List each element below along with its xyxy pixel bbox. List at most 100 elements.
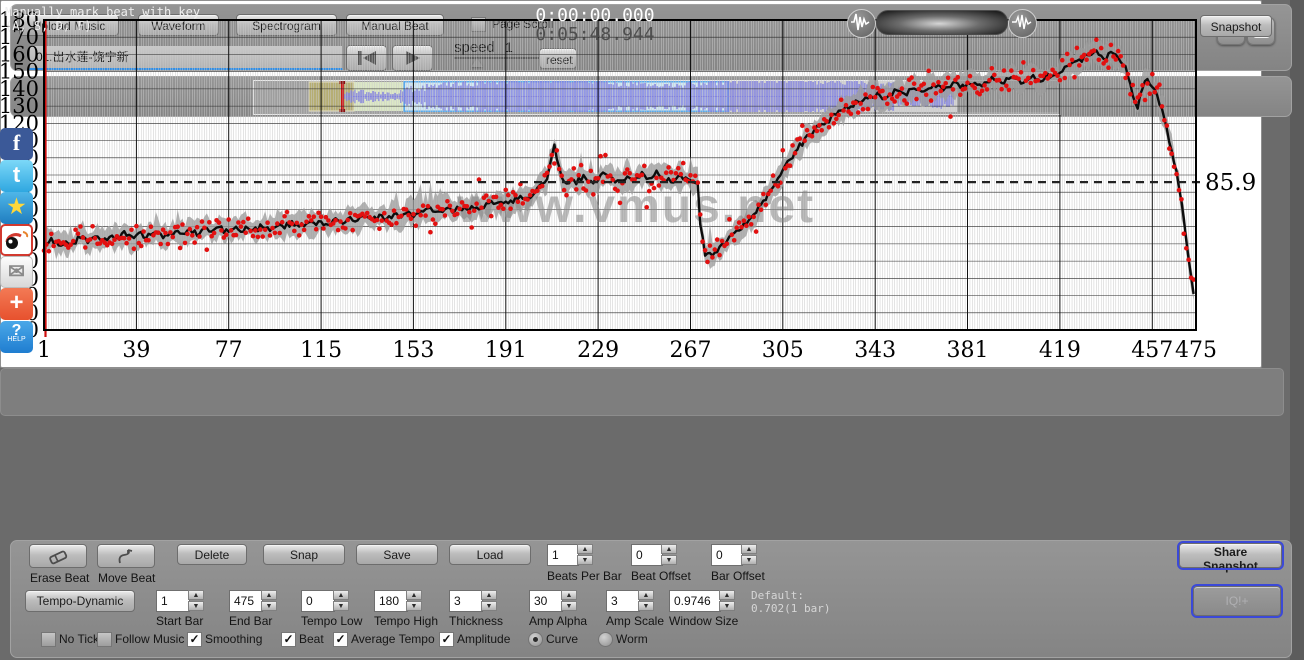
qzone-share-button[interactable]: ★: [0, 192, 33, 224]
svg-text:85.9: 85.9: [1205, 170, 1256, 196]
volume-slider[interactable]: [876, 10, 1008, 35]
waveform-small-icon: [848, 10, 873, 35]
follow-music-checkbox[interactable]: [97, 632, 112, 647]
iq-button[interactable]: IQ!+: [1193, 586, 1281, 616]
window-size-value[interactable]: 0.9746: [669, 590, 721, 612]
amp-alpha-value[interactable]: 30: [529, 590, 563, 612]
spinner-up-icon[interactable]: ▲: [481, 590, 497, 600]
spinner-down-icon[interactable]: ▼: [333, 601, 349, 611]
email-share-button[interactable]: ✉: [0, 256, 33, 288]
waveform-burst-icon: [1009, 10, 1034, 35]
spinner-down-icon[interactable]: ▼: [481, 601, 497, 611]
snap-button[interactable]: Snap: [263, 544, 345, 565]
amplitude-checkbox[interactable]: ✓: [439, 632, 454, 647]
spinner-up-icon[interactable]: ▲: [577, 544, 593, 554]
spinner-down-icon[interactable]: ▼: [638, 601, 654, 611]
window-default-line1: Default:: [751, 589, 804, 602]
end-bar-value[interactable]: 475: [229, 590, 263, 612]
tempo-chart[interactable]: www.vmus.net0102030405060708090100110120…: [0, 0, 1258, 364]
svg-text:1: 1: [37, 338, 51, 363]
email-icon: ✉: [1, 257, 32, 287]
spinner-up-icon[interactable]: ▲: [188, 590, 204, 600]
save-button[interactable]: Save: [356, 544, 438, 565]
tempo-dynamic-button[interactable]: Tempo-Dynamic: [25, 590, 135, 612]
qzone-star-icon: ★: [0, 192, 33, 222]
end-bar-label: End Bar: [229, 614, 272, 628]
spinner-up-icon[interactable]: ▲: [661, 544, 677, 554]
erase-beat-label: Erase Beat: [30, 571, 89, 585]
beats-per-bar-value[interactable]: 1: [547, 544, 579, 566]
help-label: HELP: [0, 337, 33, 343]
thickness-value[interactable]: 3: [449, 590, 483, 612]
svg-text:343: 343: [854, 338, 896, 363]
tempo-low-value[interactable]: 0: [301, 590, 335, 612]
no-tick-checkbox[interactable]: [41, 632, 56, 647]
weibo-icon: [3, 226, 30, 252]
svg-text:77: 77: [215, 338, 243, 363]
bar-offset-value[interactable]: 0: [711, 544, 743, 566]
follow-music-label: Follow Music: [115, 632, 184, 646]
tempo-chart-panel: www.vmus.net0102030405060708090100110120…: [0, 0, 1262, 368]
share-snapshot-button[interactable]: Share Snapshot: [1179, 543, 1282, 568]
tempo-high-label: Tempo High: [374, 614, 438, 628]
average-tempo-checkbox[interactable]: ✓: [333, 632, 348, 647]
spinner-down-icon[interactable]: ▼: [261, 601, 277, 611]
plus-icon: +: [0, 288, 33, 318]
erase-beat-button[interactable]: [29, 544, 87, 568]
share-more-button[interactable]: +: [0, 288, 33, 320]
spinner-up-icon[interactable]: ▲: [741, 544, 757, 554]
facebook-share-button[interactable]: f: [0, 128, 33, 160]
worm-radio[interactable]: [598, 632, 613, 647]
svg-text:www.vmus.net: www.vmus.net: [456, 180, 815, 233]
svg-text:419: 419: [1039, 338, 1081, 363]
amp-scale-value[interactable]: 3: [606, 590, 640, 612]
snapshot-button[interactable]: Snapshot: [1200, 15, 1272, 37]
no-tick-label: No Tick: [59, 632, 99, 646]
svg-text:381: 381: [947, 338, 989, 363]
spinner-down-icon[interactable]: ▼: [188, 601, 204, 611]
delete-button[interactable]: Delete: [177, 544, 247, 565]
beat-checkbox[interactable]: ✓: [281, 632, 296, 647]
mark-beat-hint-line2: (A, S, D, F): [5, 19, 92, 33]
tempo-high-value[interactable]: 180: [374, 590, 408, 612]
move-beat-button[interactable]: [97, 544, 155, 568]
beats-per-bar-label: Beats Per Bar: [547, 569, 622, 583]
svg-text:229: 229: [577, 338, 619, 363]
svg-text:191: 191: [485, 338, 527, 363]
curve-label: Curve: [546, 632, 578, 646]
facebook-icon: f: [0, 128, 33, 158]
spinner-up-icon[interactable]: ▲: [638, 590, 654, 600]
svg-text:39: 39: [122, 338, 150, 363]
mute-button[interactable]: [847, 9, 876, 38]
amplitude-label: Amplitude: [457, 632, 510, 646]
spinner-down-icon[interactable]: ▼: [741, 555, 757, 565]
spinner-down-icon[interactable]: ▼: [406, 601, 422, 611]
weibo-share-button[interactable]: [0, 224, 33, 256]
eraser-icon: [46, 548, 70, 566]
spinner-up-icon[interactable]: ▲: [261, 590, 277, 600]
curve-radio[interactable]: [528, 632, 543, 647]
spinner-up-icon[interactable]: ▲: [333, 590, 349, 600]
smoothing-checkbox[interactable]: ✓: [187, 632, 202, 647]
spinner-up-icon[interactable]: ▲: [561, 590, 577, 600]
spinner-down-icon[interactable]: ▼: [661, 555, 677, 565]
spinner-down-icon[interactable]: ▼: [577, 555, 593, 565]
beat-offset-value[interactable]: 0: [631, 544, 663, 566]
volume-max-button[interactable]: [1008, 9, 1037, 38]
thickness-label: Thickness: [449, 614, 503, 628]
spinner-up-icon[interactable]: ▲: [719, 590, 735, 600]
help-button[interactable]: ? HELP: [0, 321, 33, 353]
twitter-share-button[interactable]: t: [0, 160, 33, 192]
load-button[interactable]: Load: [449, 544, 531, 565]
start-bar-value[interactable]: 1: [156, 590, 190, 612]
bar-offset-label: Bar Offset: [711, 569, 765, 583]
current-time: 0:00:00.000: [520, 5, 670, 26]
svg-text:153: 153: [392, 338, 434, 363]
smoothing-label: Smoothing: [205, 632, 262, 646]
move-beat-label: Move Beat: [98, 571, 155, 585]
twitter-icon: t: [0, 160, 33, 190]
spinner-down-icon[interactable]: ▼: [719, 601, 735, 611]
spinner-up-icon[interactable]: ▲: [406, 590, 422, 600]
spinner-down-icon[interactable]: ▼: [561, 601, 577, 611]
beat-label: Beat: [299, 632, 324, 646]
